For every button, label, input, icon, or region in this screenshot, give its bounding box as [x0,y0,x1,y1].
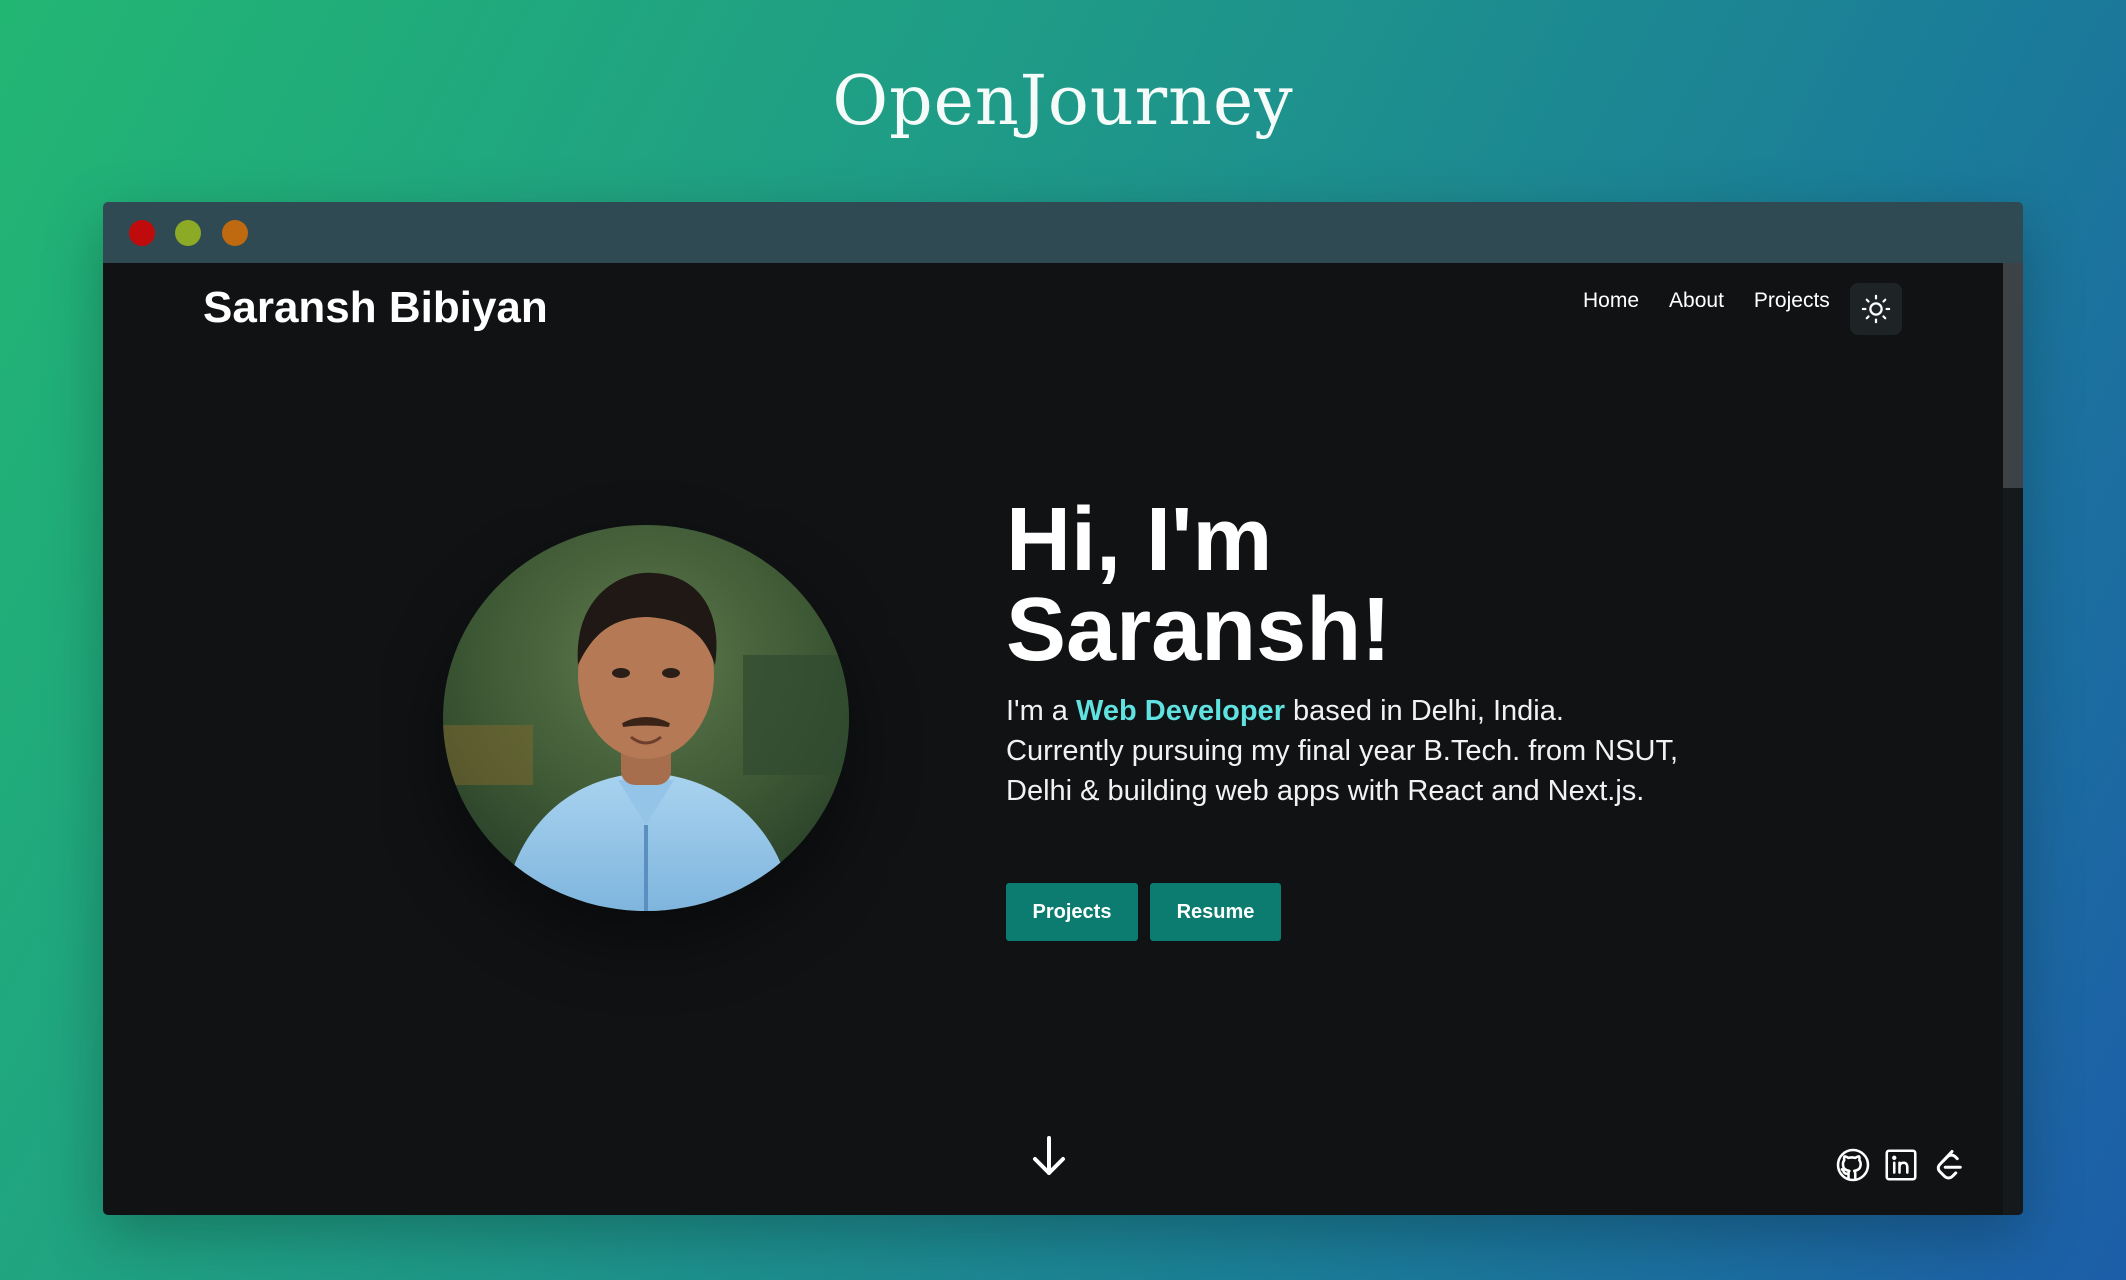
intro-prefix: I'm a [1006,695,1076,727]
site-title: OpenJourney [832,62,1294,141]
github-icon[interactable] [1835,1147,1871,1183]
leetcode-icon[interactable] [1931,1147,1967,1183]
close-window-button[interactable] [129,220,155,246]
profile-photo [443,525,849,911]
sun-icon [1861,294,1891,324]
site-brand[interactable]: Saransh Bibiyan [203,283,548,333]
hero-intro: I'm a Web Developer based in Delhi, Indi… [1006,691,1686,811]
scrollbar[interactable] [2003,263,2023,1215]
zoom-window-button[interactable] [222,220,248,246]
hero-heading: Hi, I'm Saransh! [1006,495,1391,675]
hero-heading-line-1: Hi, I'm [1006,490,1273,590]
theme-toggle-button[interactable] [1850,283,1902,335]
nav-projects-link[interactable]: Projects [1754,289,1830,313]
scroll-down-button[interactable] [1030,1135,1068,1177]
browser-window: Saransh Bibiyan Home About Projects Hi, … [103,202,2023,1215]
intro-highlight: Web Developer [1076,695,1285,727]
linkedin-icon[interactable] [1883,1147,1919,1183]
scrollbar-thumb[interactable] [2003,263,2023,488]
minimize-window-button[interactable] [175,220,201,246]
main-nav: Home About Projects [1583,289,1860,313]
projects-button[interactable]: Projects [1006,883,1138,941]
social-links [1835,1147,1979,1183]
arrow-down-icon [1033,1136,1065,1175]
hero-heading-line-2: Saransh! [1006,580,1392,680]
nav-home-link[interactable]: Home [1583,289,1639,313]
page-viewport: Saransh Bibiyan Home About Projects Hi, … [103,263,2023,1215]
window-titlebar [103,202,2023,263]
nav-about-link[interactable]: About [1669,289,1724,313]
resume-button[interactable]: Resume [1150,883,1281,941]
